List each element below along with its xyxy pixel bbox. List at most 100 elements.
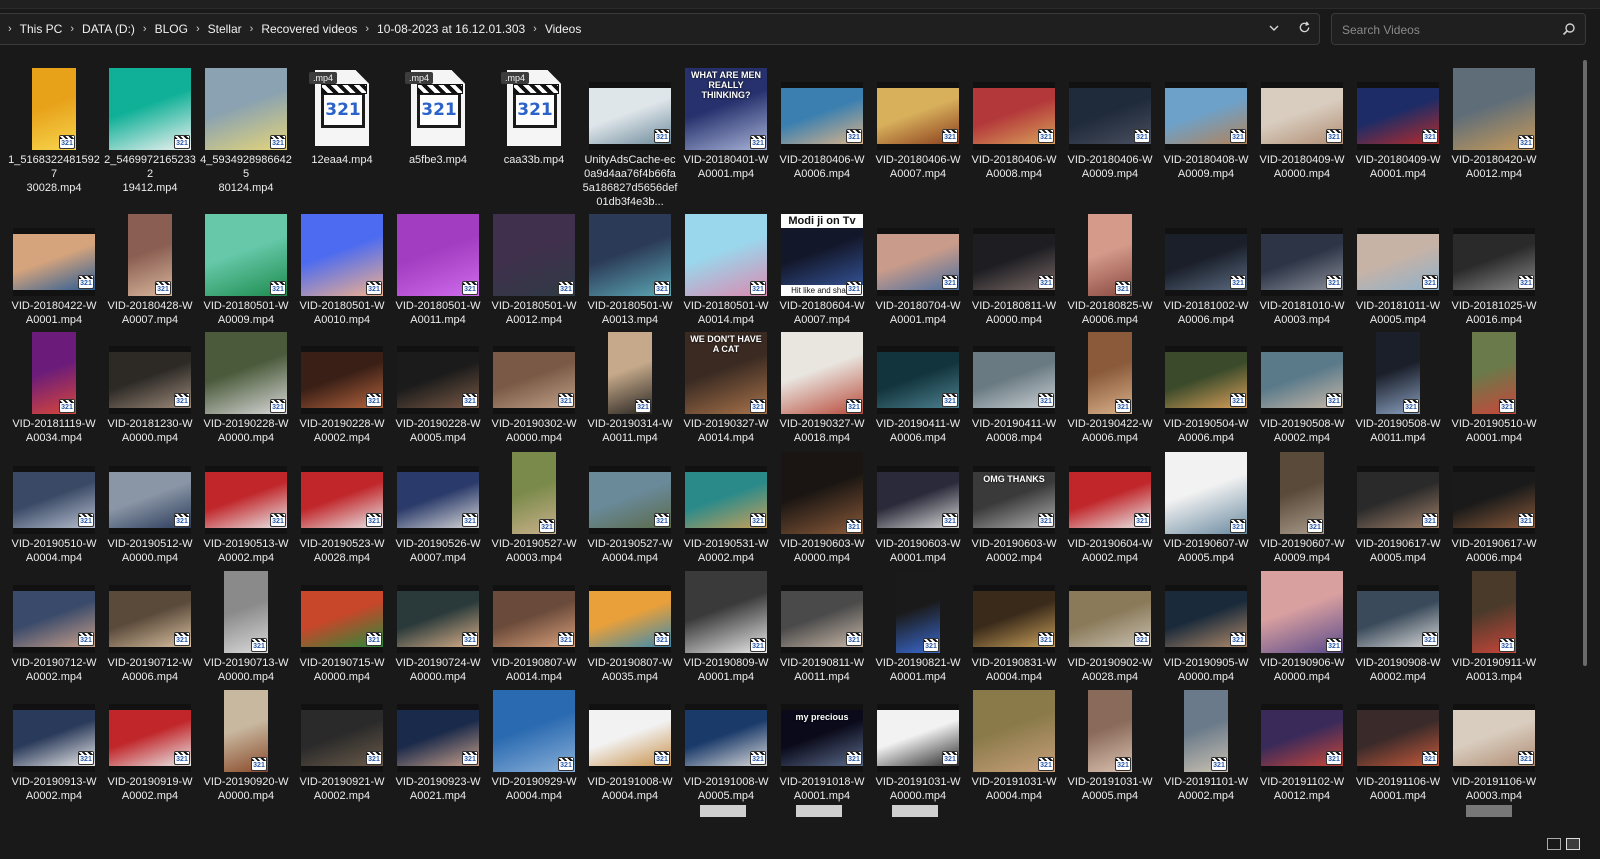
file-item[interactable]: 321 VID-20190422-W A0006.mp4 bbox=[1062, 326, 1158, 445]
refresh-icon[interactable] bbox=[1298, 21, 1311, 37]
address-bar[interactable]: › This PC › DATA (D:) › BLOG › Stellar › Recovere… bbox=[0, 13, 1320, 45]
file-item[interactable]: 321 VID-20190603-W A0000.mp4 bbox=[774, 446, 870, 565]
file-item[interactable]: 321 1_51683224815927 30028.mp4 bbox=[6, 62, 102, 195]
file-item[interactable]: 321 VID-20180406-W A0008.mp4 bbox=[966, 62, 1062, 181]
file-item[interactable]: 321 VID-20180428-W A0007.mp4 bbox=[102, 208, 198, 327]
chevron-right-icon[interactable]: › bbox=[70, 23, 74, 35]
file-item[interactable]: .mp4 321 12eaa4.mp4 bbox=[294, 62, 390, 167]
file-item[interactable]: my precious 321 VID-20191018-W A0001.mp4 bbox=[774, 684, 870, 803]
file-item[interactable]: 321 VID-20190526-W A0007.mp4 bbox=[390, 446, 486, 565]
file-item[interactable]: 321 VID-20181119-W A0034.mp4 bbox=[6, 326, 102, 445]
file-item[interactable]: 321 VID-20180501-W A0009.mp4 bbox=[198, 208, 294, 327]
file-item[interactable]: 321 VID-20181011-W A0005.mp4 bbox=[1350, 208, 1446, 327]
file-item[interactable]: 321 VID-20190617-W A0005.mp4 bbox=[1350, 446, 1446, 565]
file-item[interactable]: 321 VID-20180501-W A0010.mp4 bbox=[294, 208, 390, 327]
file-item[interactable]: 321 VID-20190715-W A0000.mp4 bbox=[294, 565, 390, 684]
vertical-scrollbar[interactable] bbox=[1583, 60, 1587, 666]
file-item[interactable]: 321 VID-20190228-W A0000.mp4 bbox=[198, 326, 294, 445]
file-item[interactable]: 321 VID-20190228-W A0002.mp4 bbox=[294, 326, 390, 445]
file-item[interactable]: 321 VID-20190508-W A0002.mp4 bbox=[1254, 326, 1350, 445]
file-item[interactable]: 321 VID-20190712-W A0002.mp4 bbox=[6, 565, 102, 684]
file-item[interactable]: 321 VID-20190923-W A0021.mp4 bbox=[390, 684, 486, 803]
large-icons-view-icon[interactable] bbox=[1566, 838, 1580, 850]
file-item[interactable]: 321 VID-20190607-W A0009.mp4 bbox=[1254, 446, 1350, 565]
file-item[interactable]: 321 VID-20191106-W A0001.mp4 bbox=[1350, 684, 1446, 803]
file-item[interactable]: OMG THANKS 321 VID-20190603-W A0002.mp4 bbox=[966, 446, 1062, 565]
file-item[interactable]: Modi ji on Tv Hit like and share 321 VID-20… bbox=[774, 208, 870, 327]
file-item[interactable]: 321 VID-20191106-W A0003.mp4 bbox=[1446, 684, 1542, 803]
file-item[interactable]: 321 VID-20190327-W A0018.mp4 bbox=[774, 326, 870, 445]
file-item[interactable]: .mp4 321 a5fbe3.mp4 bbox=[390, 62, 486, 167]
file-item[interactable]: 321 VID-20190929-W A0004.mp4 bbox=[486, 684, 582, 803]
file-item[interactable]: .mp4 321 caa33b.mp4 bbox=[486, 62, 582, 167]
file-item[interactable]: 321 VID-20190527-W A0004.mp4 bbox=[582, 446, 678, 565]
file-item[interactable]: 321 VID-20190919-W A0002.mp4 bbox=[102, 684, 198, 803]
details-view-icon[interactable] bbox=[1547, 838, 1561, 850]
file-item[interactable]: 321 VID-20190513-W A0002.mp4 bbox=[198, 446, 294, 565]
file-item[interactable]: 321 VID-20191008-W A0005.mp4 bbox=[678, 684, 774, 803]
file-item[interactable]: 321 VID-20190713-W A0000.mp4 bbox=[198, 565, 294, 684]
file-item[interactable]: 321 4_59349289866425 80124.mp4 bbox=[198, 62, 294, 195]
breadcrumb-item[interactable]: DATA (D:) bbox=[82, 22, 135, 36]
file-item[interactable]: 321 VID-20190508-W A0011.mp4 bbox=[1350, 326, 1446, 445]
file-item[interactable]: 321 VID-20190604-W A0002.mp4 bbox=[1062, 446, 1158, 565]
file-item[interactable]: 321 VID-20180501-W A0011.mp4 bbox=[390, 208, 486, 327]
file-item[interactable]: 321 VID-20190807-W A0035.mp4 bbox=[582, 565, 678, 684]
search-input[interactable] bbox=[1340, 20, 1554, 40]
file-item[interactable]: 321 VID-20190821-W A0001.mp4 bbox=[870, 565, 966, 684]
file-item[interactable]: 321 VID-20180406-W A0006.mp4 bbox=[774, 62, 870, 181]
file-item[interactable]: 321 VID-20191031-W A0004.mp4 bbox=[966, 684, 1062, 803]
file-item[interactable]: 321 VID-20190911-W A0013.mp4 bbox=[1446, 565, 1542, 684]
file-item[interactable]: 321 VID-20180825-W A0006.mp4 bbox=[1062, 208, 1158, 327]
file-item[interactable]: 321 VID-20190510-W A0004.mp4 bbox=[6, 446, 102, 565]
file-item[interactable]: 321 VID-20190921-W A0002.mp4 bbox=[294, 684, 390, 803]
file-item[interactable]: 321 VID-20181002-W A0006.mp4 bbox=[1158, 208, 1254, 327]
file-item[interactable]: 321 VID-20191031-W A0000.mp4 bbox=[870, 684, 966, 803]
file-item[interactable]: 321 VID-20190527-W A0003.mp4 bbox=[486, 446, 582, 565]
file-item[interactable]: 321 VID-20190908-W A0002.mp4 bbox=[1350, 565, 1446, 684]
file-item[interactable]: WHAT ARE MEN REALLY THINKING? 321 VID-2018… bbox=[678, 62, 774, 181]
file-item[interactable]: 321 VID-20180420-W A0012.mp4 bbox=[1446, 62, 1542, 181]
file-item[interactable]: 321 VID-20190603-W A0001.mp4 bbox=[870, 446, 966, 565]
file-item[interactable]: 321 VID-20191101-W A0002.mp4 bbox=[1158, 684, 1254, 803]
file-item[interactable]: 321 VID-20190905-W A0000.mp4 bbox=[1158, 565, 1254, 684]
breadcrumb-item[interactable]: Videos bbox=[545, 22, 581, 36]
file-item[interactable]: 321 VID-20181025-W A0016.mp4 bbox=[1446, 208, 1542, 327]
file-item[interactable]: 321 VID-20190607-W A0005.mp4 bbox=[1158, 446, 1254, 565]
file-item[interactable]: 321 VID-20180422-W A0001.mp4 bbox=[6, 208, 102, 327]
file-item[interactable]: 321 VID-20191008-W A0004.mp4 bbox=[582, 684, 678, 803]
file-item[interactable]: 321 VID-20190906-W A0000.mp4 bbox=[1254, 565, 1350, 684]
file-item[interactable]: 321 VID-20190510-W A0001.mp4 bbox=[1446, 326, 1542, 445]
file-item[interactable]: 321 VID-20190523-W A0028.mp4 bbox=[294, 446, 390, 565]
file-item[interactable]: 321 VID-20190902-W A0028.mp4 bbox=[1062, 565, 1158, 684]
file-item[interactable]: 321 VID-20190920-W A0000.mp4 bbox=[198, 684, 294, 803]
file-item[interactable]: 321 VID-20190228-W A0005.mp4 bbox=[390, 326, 486, 445]
breadcrumb-item[interactable]: Stellar bbox=[208, 22, 242, 36]
file-item[interactable]: 321 VID-20180501-W A0012.mp4 bbox=[486, 208, 582, 327]
breadcrumb-item[interactable]: BLOG bbox=[155, 22, 188, 36]
search-icon[interactable] bbox=[1562, 22, 1576, 36]
file-item[interactable]: 321 2_54699721652332 19412.mp4 bbox=[102, 62, 198, 195]
file-item[interactable]: 321 VID-20190807-W A0014.mp4 bbox=[486, 565, 582, 684]
file-item[interactable]: 321 VID-20180409-W A0001.mp4 bbox=[1350, 62, 1446, 181]
file-item[interactable]: 321 VID-20191031-W A0005.mp4 bbox=[1062, 684, 1158, 803]
file-item[interactable]: 321 VID-20190531-W A0002.mp4 bbox=[678, 446, 774, 565]
file-item[interactable]: 321 VID-20190809-W A0001.mp4 bbox=[678, 565, 774, 684]
chevron-down-icon[interactable] bbox=[1268, 21, 1280, 37]
file-item[interactable]: 321 VID-20180406-W A0009.mp4 bbox=[1062, 62, 1158, 181]
chevron-right-icon[interactable]: › bbox=[143, 23, 147, 35]
file-item[interactable]: 321 VID-20180409-W A0000.mp4 bbox=[1254, 62, 1350, 181]
file-item[interactable]: 321 VID-20181010-W A0003.mp4 bbox=[1254, 208, 1350, 327]
chevron-right-icon[interactable]: › bbox=[533, 23, 537, 35]
file-item[interactable]: 321 VID-20191102-W A0012.mp4 bbox=[1254, 684, 1350, 803]
file-item[interactable]: 321 UnityAdsCache-ec 0a9d4aa76f4b66fa 5a186… bbox=[582, 62, 678, 209]
file-item[interactable]: 321 VID-20190512-W A0000.mp4 bbox=[102, 446, 198, 565]
file-item[interactable]: 321 VID-20190411-W A0006.mp4 bbox=[870, 326, 966, 445]
file-item[interactable]: 321 VID-20190411-W A0008.mp4 bbox=[966, 326, 1062, 445]
file-item[interactable]: 321 VID-20190811-W A0011.mp4 bbox=[774, 565, 870, 684]
breadcrumb-item[interactable]: Recovered videos bbox=[261, 22, 357, 36]
file-item[interactable]: 321 VID-20180501-W A0014.mp4 bbox=[678, 208, 774, 327]
file-item[interactable]: 321 VID-20181230-W A0000.mp4 bbox=[102, 326, 198, 445]
file-item[interactable]: 321 VID-20190724-W A0000.mp4 bbox=[390, 565, 486, 684]
breadcrumb-item[interactable]: 10-08-2023 at 16.12.01.303 bbox=[377, 22, 525, 36]
